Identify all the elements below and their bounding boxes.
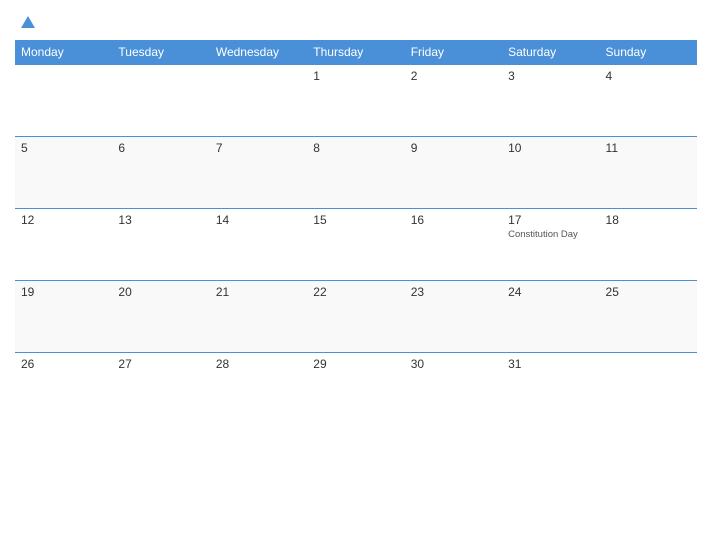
weekday-header-thursday: Thursday: [307, 40, 404, 65]
day-number: 28: [216, 357, 301, 371]
weekday-header-friday: Friday: [405, 40, 502, 65]
weekday-header-sunday: Sunday: [600, 40, 697, 65]
day-number: 17: [508, 213, 593, 227]
day-number: 14: [216, 213, 301, 227]
calendar-cell: 27: [112, 353, 209, 425]
day-number: 5: [21, 141, 106, 155]
calendar-tbody: 1234567891011121314151617Constitution Da…: [15, 65, 697, 425]
day-number: 24: [508, 285, 593, 299]
calendar-table: MondayTuesdayWednesdayThursdayFridaySatu…: [15, 40, 697, 425]
day-number: 16: [411, 213, 496, 227]
day-number: 27: [118, 357, 203, 371]
calendar-cell: 25: [600, 281, 697, 353]
calendar-cell: [112, 65, 209, 137]
calendar-cell: 12: [15, 209, 112, 281]
day-number: 4: [606, 69, 691, 83]
calendar-cell: 22: [307, 281, 404, 353]
day-number: 22: [313, 285, 398, 299]
day-number: 13: [118, 213, 203, 227]
day-number: 10: [508, 141, 593, 155]
calendar-cell: 29: [307, 353, 404, 425]
day-number: 11: [606, 141, 691, 155]
day-number: 8: [313, 141, 398, 155]
calendar-container: MondayTuesdayWednesdayThursdayFridaySatu…: [0, 0, 712, 550]
calendar-cell: 26: [15, 353, 112, 425]
day-number: 9: [411, 141, 496, 155]
day-number: 21: [216, 285, 301, 299]
calendar-cell: 17 Constitution Day: [502, 209, 599, 281]
day-number: 1: [313, 69, 398, 83]
calendar-cell: 2: [405, 65, 502, 137]
day-number: 3: [508, 69, 593, 83]
day-number: 6: [118, 141, 203, 155]
day-number: 25: [606, 285, 691, 299]
logo-triangle-icon: [17, 10, 39, 32]
day-number: 7: [216, 141, 301, 155]
weekday-header-row: MondayTuesdayWednesdayThursdayFridaySatu…: [15, 40, 697, 65]
calendar-cell: 15: [307, 209, 404, 281]
day-number: 20: [118, 285, 203, 299]
holiday-label: Constitution Day: [508, 229, 593, 240]
calendar-cell: 7: [210, 137, 307, 209]
day-number: 2: [411, 69, 496, 83]
day-number: 12: [21, 213, 106, 227]
day-number: 26: [21, 357, 106, 371]
calendar-header: [15, 10, 697, 32]
day-number: 15: [313, 213, 398, 227]
calendar-cell: 23: [405, 281, 502, 353]
day-number: 30: [411, 357, 496, 371]
calendar-cell: 19: [15, 281, 112, 353]
calendar-cell: 8: [307, 137, 404, 209]
calendar-cell: 21: [210, 281, 307, 353]
calendar-cell: 20: [112, 281, 209, 353]
calendar-cell: 11: [600, 137, 697, 209]
day-number: 19: [21, 285, 106, 299]
calendar-week-row: 1234: [15, 65, 697, 137]
weekday-header-wednesday: Wednesday: [210, 40, 307, 65]
weekday-header-saturday: Saturday: [502, 40, 599, 65]
weekday-header-monday: Monday: [15, 40, 112, 65]
logo: [15, 10, 39, 32]
day-number: 29: [313, 357, 398, 371]
calendar-cell: 24: [502, 281, 599, 353]
calendar-cell: 6: [112, 137, 209, 209]
calendar-cell: 1: [307, 65, 404, 137]
calendar-week-row: 19 20 21 22 23 24 25: [15, 281, 697, 353]
calendar-cell: 13: [112, 209, 209, 281]
weekday-header-tuesday: Tuesday: [112, 40, 209, 65]
calendar-cell: 10: [502, 137, 599, 209]
calendar-cell: 4: [600, 65, 697, 137]
calendar-cell: 9: [405, 137, 502, 209]
calendar-cell: 3: [502, 65, 599, 137]
calendar-cell: [15, 65, 112, 137]
calendar-cell: 18: [600, 209, 697, 281]
day-number: 31: [508, 357, 593, 371]
calendar-cell: [600, 353, 697, 425]
calendar-week-row: 26 27 28 29 30 31: [15, 353, 697, 425]
calendar-thead: MondayTuesdayWednesdayThursdayFridaySatu…: [15, 40, 697, 65]
calendar-cell: [210, 65, 307, 137]
day-number: 18: [606, 213, 691, 227]
calendar-cell: 5: [15, 137, 112, 209]
calendar-cell: 16: [405, 209, 502, 281]
calendar-cell: 28: [210, 353, 307, 425]
day-number: 23: [411, 285, 496, 299]
calendar-week-row: 12 13 14 15 16 17 Constitution Day 18: [15, 209, 697, 281]
calendar-week-row: 56789 10 11: [15, 137, 697, 209]
calendar-cell: 30: [405, 353, 502, 425]
calendar-cell: 31: [502, 353, 599, 425]
calendar-cell: 14: [210, 209, 307, 281]
